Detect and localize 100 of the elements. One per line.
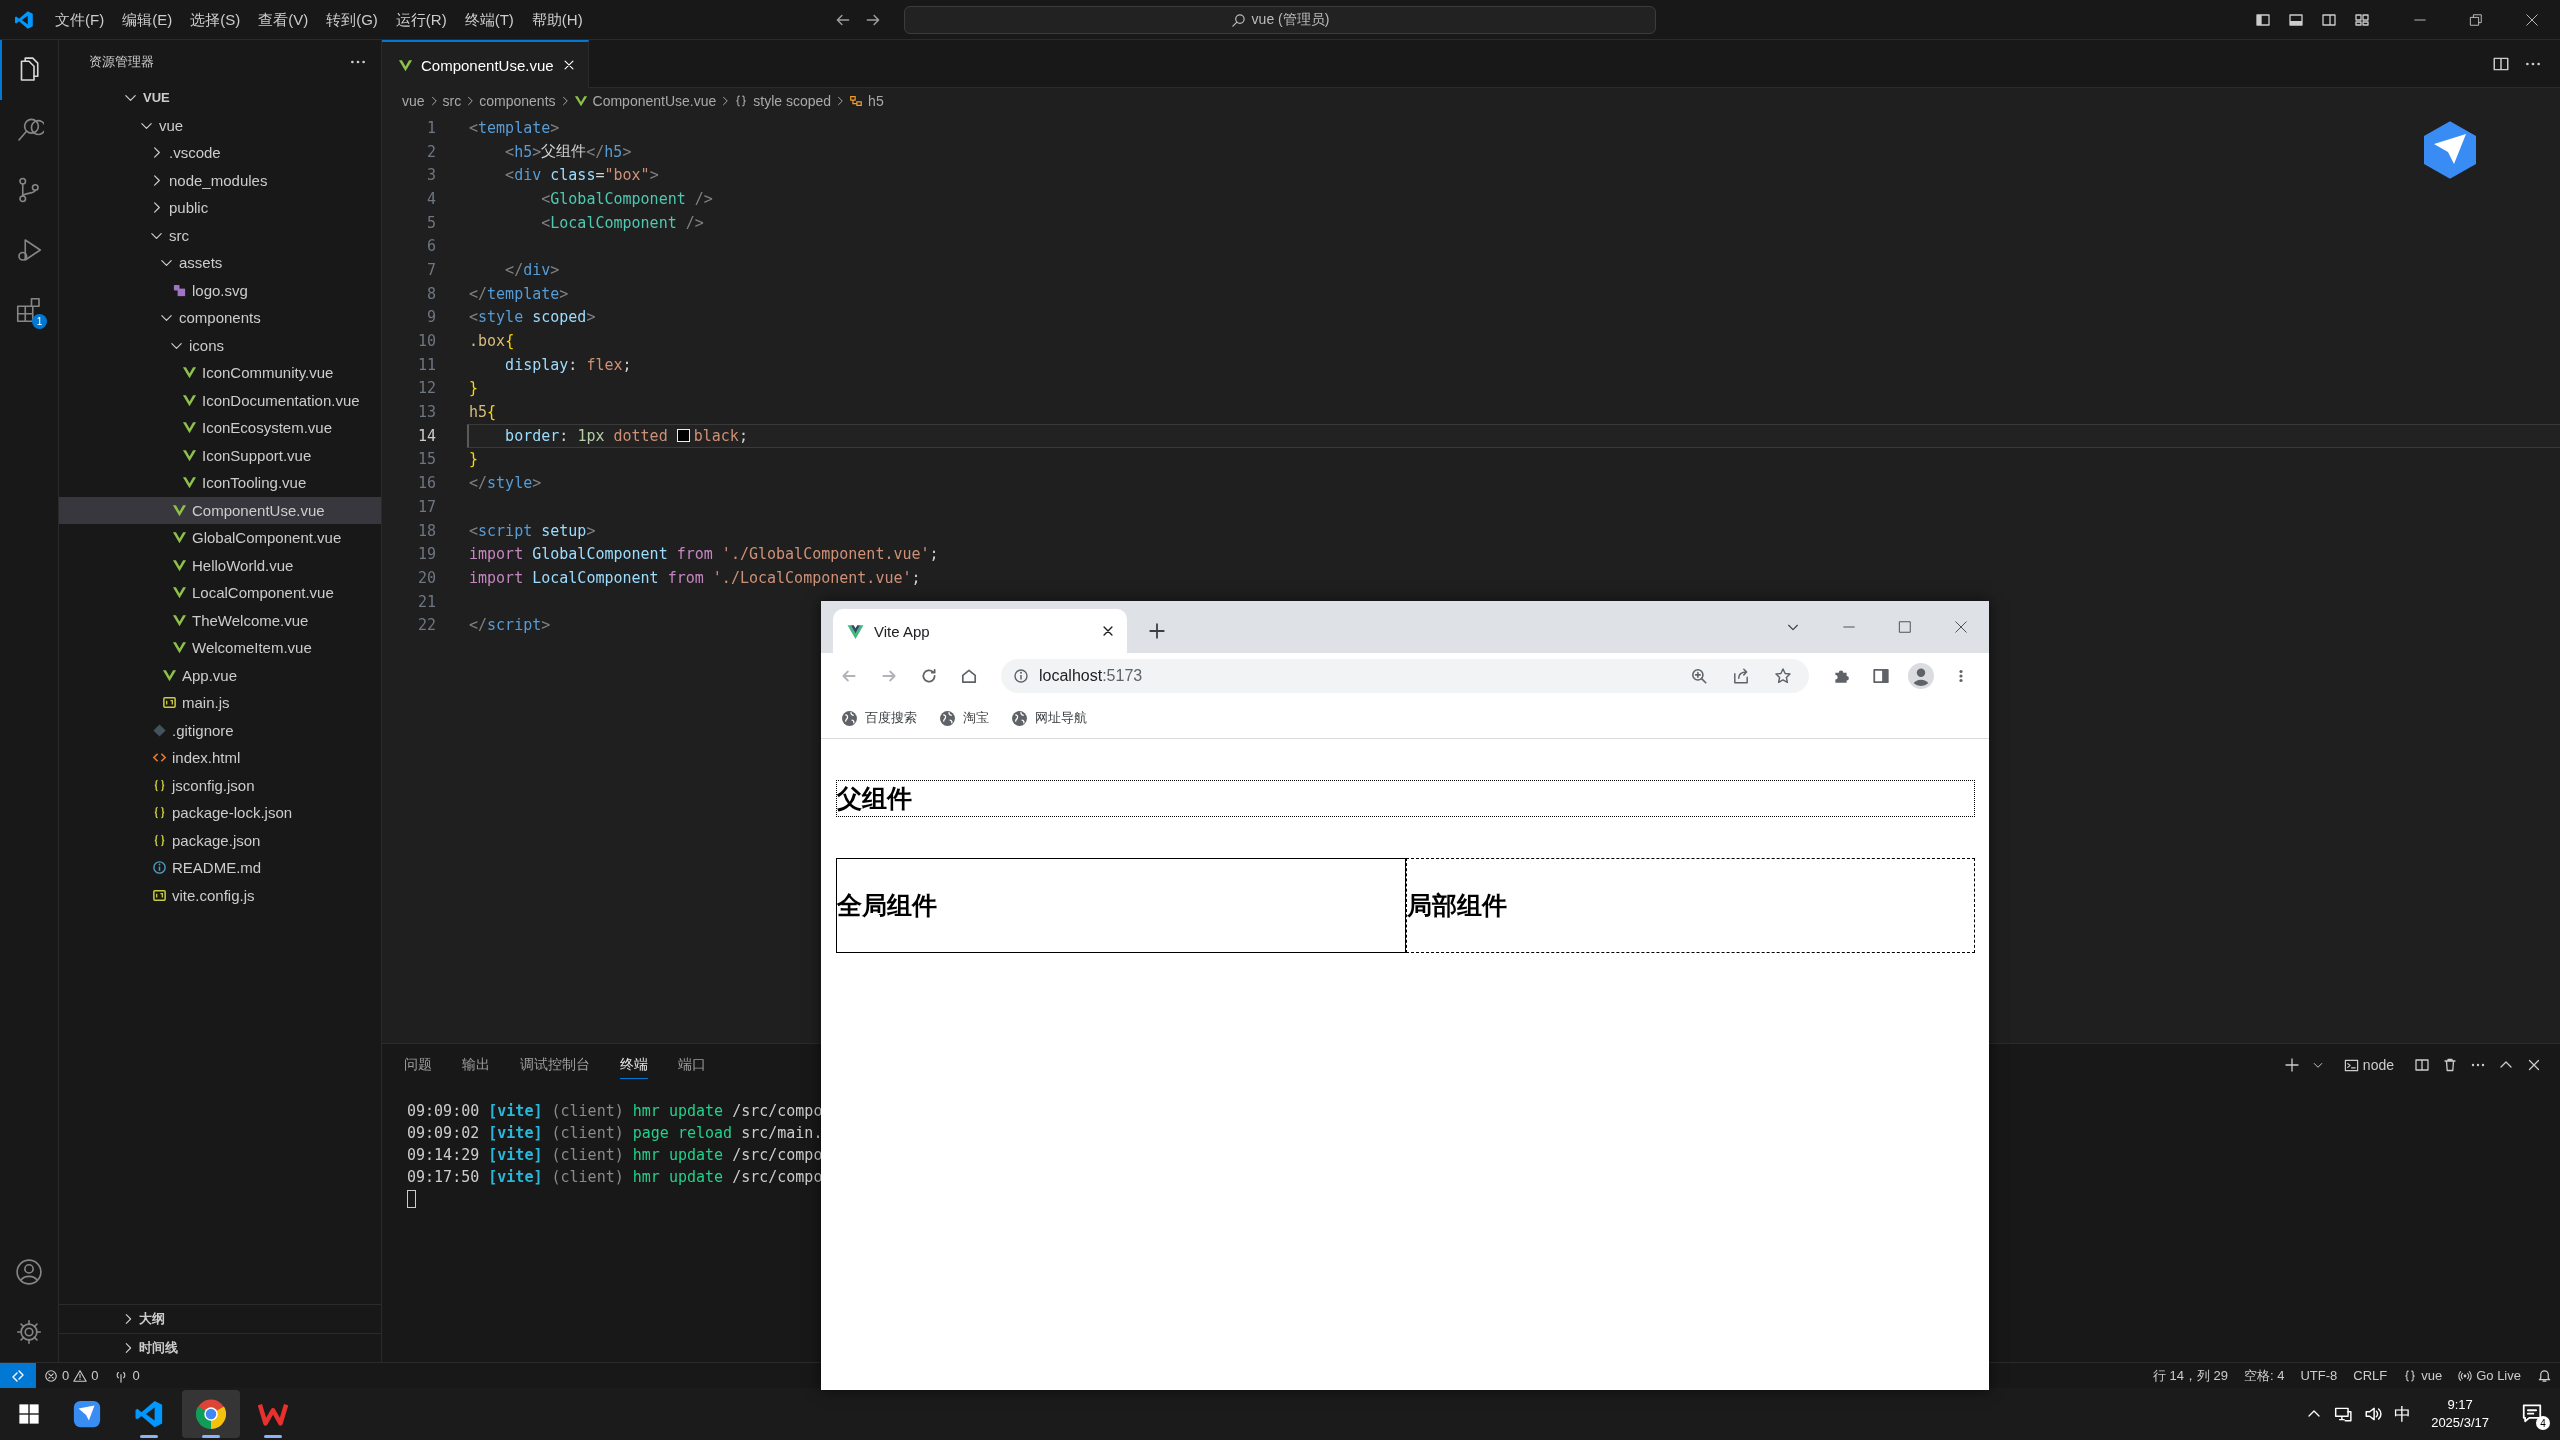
line-number: 10: [416, 332, 436, 351]
menu-item[interactable]: 编辑(E): [113, 6, 182, 34]
code-line: import GlobalComponent from './GlobalComponent.vue';: [468, 544, 939, 566]
folder-row[interactable]: assets: [59, 249, 381, 277]
share-icon: [1732, 666, 1750, 685]
selected-tree-row[interactable]: ComponentUse.vue: [59, 496, 381, 524]
file-row[interactable]: LocalComponent.vue: [59, 579, 381, 607]
breadcrumb-item[interactable]: vue: [402, 93, 425, 109]
close-icon[interactable]: [2526, 1057, 2542, 1073]
file-row[interactable]: logo.svg: [59, 276, 381, 304]
code-editor-icon[interactable]: [134, 1399, 164, 1429]
search-icon: [1230, 12, 1246, 28]
bird-app-icon[interactable]: [72, 1399, 102, 1429]
file-row[interactable]: GlobalComponent.vue: [59, 524, 381, 552]
problems-button[interactable]: 0 0: [36, 1363, 107, 1388]
menu-item[interactable]: 终端(T): [455, 6, 523, 34]
clock-button[interactable]: 9:17 2025/3/17: [2431, 1396, 2489, 1432]
line-number: 22: [416, 616, 436, 635]
language-button[interactable]: vue: [2395, 1363, 2451, 1388]
browser-tab[interactable]: Vite App: [833, 609, 1127, 653]
vue-file-icon: [172, 502, 187, 518]
color-swatch[interactable]: [676, 429, 690, 443]
split-terminal-icon[interactable]: [2414, 1057, 2430, 1073]
file-row[interactable]: index.html: [59, 744, 381, 772]
file-row[interactable]: TheWelcome.vue: [59, 606, 381, 634]
restore-icon: [2469, 13, 2483, 27]
folder-row[interactable]: src: [59, 221, 381, 249]
workspace-header[interactable]: VUE: [59, 84, 381, 112]
ports-button[interactable]: 0: [106, 1363, 148, 1388]
breadcrumb-item[interactable]: components: [479, 93, 556, 109]
file-row[interactable]: IconSupport.vue: [59, 441, 381, 469]
menu-item[interactable]: 转到(G): [317, 6, 387, 34]
file-row[interactable]: App.vue: [59, 661, 381, 689]
file-row[interactable]: IconEcosystem.vue: [59, 414, 381, 442]
bookmark-item[interactable]: 网址导航: [1005, 705, 1093, 731]
file-row[interactable]: IconDocumentation.vue: [59, 386, 381, 414]
volume-icon[interactable]: [2364, 1405, 2383, 1423]
file-row[interactable]: IconCommunity.vue: [59, 359, 381, 387]
breadcrumb-item[interactable]: src: [442, 93, 462, 109]
browser-app-icon[interactable]: [196, 1399, 226, 1429]
menu-item[interactable]: 选择(S): [181, 6, 250, 34]
breadcrumb-item[interactable]: style scoped: [734, 93, 832, 109]
section-header[interactable]: 大纲: [59, 1304, 381, 1333]
file-row[interactable]: jsconfig.json: [59, 771, 381, 799]
plus-icon[interactable]: [2283, 1057, 2300, 1073]
code-line: <script setup>: [468, 520, 596, 542]
line-number: 21: [416, 592, 436, 611]
status-item[interactable]: 空格: 4: [2235, 1363, 2293, 1388]
menu-item[interactable]: 文件(F): [46, 6, 114, 34]
activity-bar-item[interactable]: 1: [0, 280, 58, 340]
info-icon[interactable]: [1013, 667, 1029, 684]
file-row[interactable]: vite.config.js: [59, 881, 381, 909]
folder-row[interactable]: components: [59, 304, 381, 332]
go-live-button[interactable]: Go Live: [2450, 1363, 2529, 1388]
menu-item[interactable]: 查看(V): [249, 6, 318, 34]
file-row[interactable]: main.js: [59, 689, 381, 717]
status-item[interactable]: 行 14，列 29: [2144, 1363, 2236, 1388]
terminal-line: 09:14:29 [vite] (client) hmr update /src/compo: [407, 1145, 824, 1166]
bookmark-item[interactable]: 百度搜索: [835, 705, 923, 731]
braces-icon: [2403, 1368, 2418, 1383]
editor-tab[interactable]: ComponentUse.vue: [382, 40, 589, 88]
file-row[interactable]: .gitignore: [59, 716, 381, 744]
file-row[interactable]: IconTooling.vue: [59, 469, 381, 497]
panel-tab[interactable]: 问题: [404, 1051, 432, 1079]
line-number: 17: [416, 497, 436, 516]
notification-button[interactable]: 4: [2519, 1398, 2550, 1430]
line-number: 14: [416, 426, 436, 445]
folder-row[interactable]: public: [59, 194, 381, 222]
menu-item[interactable]: 帮助(H): [522, 6, 592, 34]
file-row[interactable]: package.json: [59, 826, 381, 854]
command-center-search[interactable]: vue (管理员): [904, 6, 1656, 34]
vue-file-icon: [182, 447, 197, 463]
file-row[interactable]: package-lock.json: [59, 799, 381, 827]
taskbar-app[interactable]: [182, 1390, 240, 1438]
file-row[interactable]: WelcomeItem.vue: [59, 634, 381, 662]
network-icon[interactable]: [2334, 1405, 2353, 1423]
menu-item[interactable]: 运行(R): [386, 6, 456, 34]
line-number: 9: [425, 308, 436, 327]
folder-row[interactable]: vue: [59, 111, 381, 139]
file-row[interactable]: HelloWorld.vue: [59, 551, 381, 579]
code-line: <div class="box">: [504, 165, 659, 187]
bookmark-item[interactable]: 淘宝: [933, 705, 995, 731]
input-method-button[interactable]: 中: [2394, 1402, 2412, 1426]
panel-tab[interactable]: 终端: [620, 1051, 648, 1079]
status-item[interactable]: UTF-8: [2292, 1363, 2346, 1388]
address-bar[interactable]: localhost:5173: [1001, 658, 1809, 693]
folder-row[interactable]: .vscode: [59, 139, 381, 167]
terminal-selector[interactable]: node: [2335, 1057, 2402, 1073]
panel-tab[interactable]: 调试控制台: [520, 1051, 590, 1079]
panel-tab[interactable]: 输出: [462, 1051, 490, 1079]
bell-icon: [2537, 1368, 2552, 1383]
panel-tab[interactable]: 端口: [678, 1051, 706, 1079]
status-item[interactable]: CRLF: [2345, 1363, 2396, 1388]
breadcrumb-item[interactable]: h5: [849, 93, 884, 109]
folder-row[interactable]: node_modules: [59, 166, 381, 194]
trash-icon[interactable]: [2442, 1057, 2458, 1073]
close-icon[interactable]: [1101, 624, 1115, 638]
breadcrumb-item[interactable]: ComponentUse.vue: [573, 93, 717, 109]
file-row[interactable]: README.md: [59, 854, 381, 882]
folder-row[interactable]: icons: [59, 331, 381, 359]
